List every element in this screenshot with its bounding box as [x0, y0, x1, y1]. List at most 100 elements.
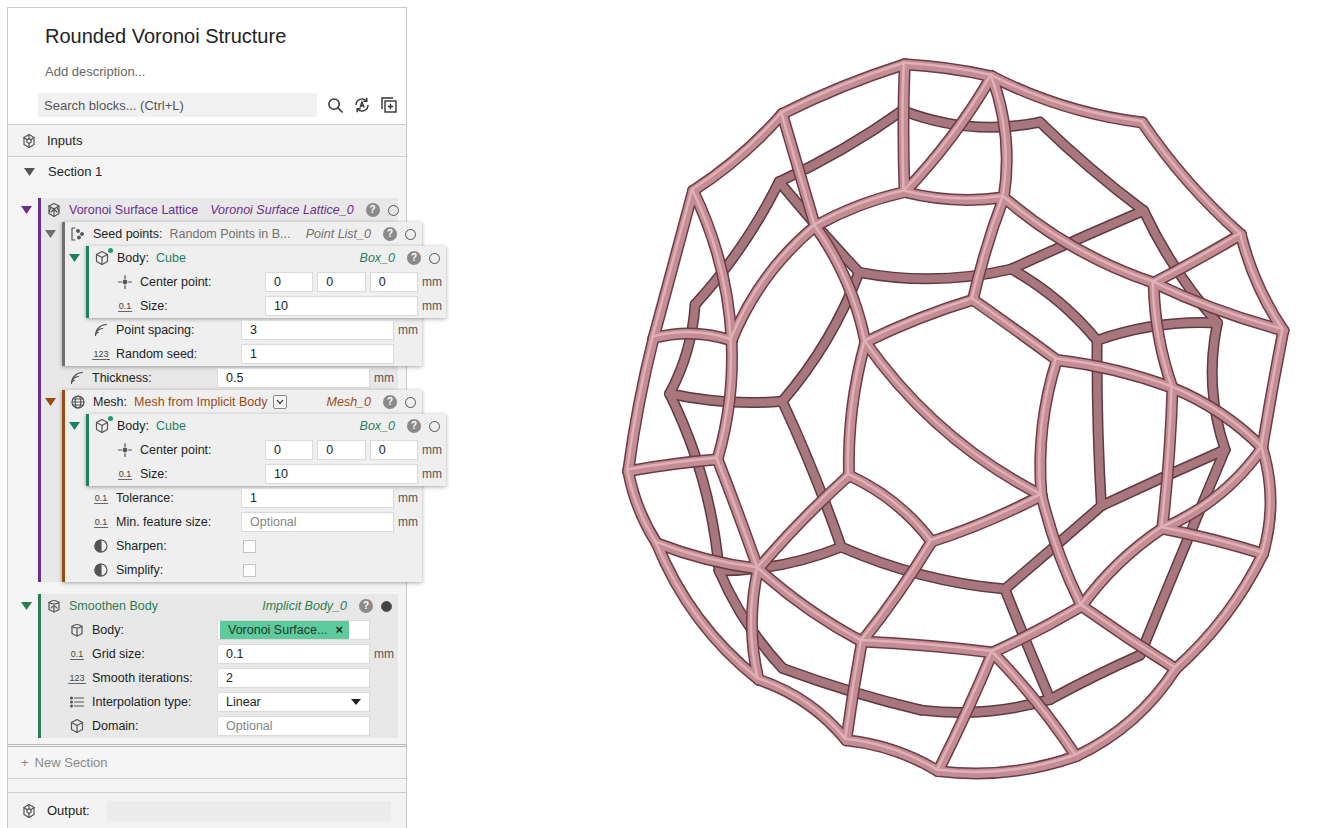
auto-refresh-icon[interactable] — [353, 96, 371, 114]
block-type[interactable]: Random Points in B... — [170, 225, 291, 244]
block-parameters: Seed points:Random Points in B...Point L… — [41, 222, 398, 582]
voronoi-lattice-render[interactable] — [407, 0, 1330, 828]
block-type[interactable]: Cube — [156, 249, 186, 268]
help-button[interactable]: ? — [407, 419, 421, 433]
parameter-control — [241, 488, 394, 508]
search-icon[interactable] — [326, 96, 344, 114]
lattice-strut — [814, 225, 864, 341]
lattice-strut — [1039, 359, 1056, 494]
graph-title[interactable]: Rounded Voronoi Structure — [45, 23, 398, 49]
value-field[interactable] — [217, 716, 370, 736]
body-reference-field[interactable]: Voronoi Surface...× — [217, 620, 370, 640]
remove-reference-button[interactable]: × — [335, 620, 343, 640]
status-dot[interactable] — [381, 601, 392, 612]
parameter-label: Size: — [140, 465, 265, 484]
value-field[interactable] — [370, 440, 418, 460]
lattice-strut — [845, 640, 861, 739]
output-field[interactable] — [107, 801, 391, 821]
value-field[interactable] — [265, 296, 418, 316]
lattice-strut — [628, 471, 656, 543]
value-field[interactable] — [217, 368, 370, 388]
block-header[interactable]: Voronoi Surface LatticeVoronoi Surface L… — [41, 198, 398, 222]
block-type[interactable]: Voronoi Surface Lattice — [69, 201, 198, 220]
number-type-icon: 0.1 — [118, 301, 133, 312]
expand-toggle[interactable] — [62, 246, 86, 270]
help-button[interactable]: ? — [383, 395, 397, 409]
help-button[interactable]: ? — [383, 227, 397, 241]
chevron-down-icon[interactable] — [273, 395, 287, 409]
value-field[interactable] — [241, 320, 394, 340]
3d-viewport[interactable] — [407, 0, 1331, 828]
expand-toggle[interactable] — [38, 390, 62, 414]
status-dot[interactable] — [405, 229, 416, 240]
parameter-row: Sharpen: — [65, 534, 422, 558]
parameter-control — [217, 716, 370, 736]
graph-panel: Rounded Voronoi Structure Add description… — [7, 7, 407, 828]
expand-toggle[interactable] — [14, 594, 38, 618]
help-button[interactable]: ? — [407, 251, 421, 265]
value-field[interactable] — [317, 272, 365, 292]
body-reference-tag[interactable]: Voronoi Surface...× — [220, 621, 349, 639]
block-card: Smoothen BodyImplicit Body_0?Body:Vorono… — [38, 594, 398, 738]
status-dot[interactable] — [429, 421, 440, 432]
value-field[interactable] — [370, 272, 418, 292]
block-type[interactable]: Smoothen Body — [69, 597, 158, 616]
lattice-strut — [670, 305, 696, 394]
status-dot[interactable] — [405, 397, 416, 408]
expand-toggle[interactable] — [14, 198, 38, 222]
section-toggle[interactable] — [20, 163, 38, 181]
block-label: Body: — [117, 417, 149, 436]
parameter-row: Thickness:mm — [41, 366, 398, 390]
value-field[interactable] — [241, 512, 394, 532]
value-field[interactable] — [217, 644, 370, 664]
value-field[interactable] — [265, 464, 418, 484]
block-header[interactable]: Body:CubeBox_0? — [89, 414, 446, 438]
lattice-strut — [717, 339, 731, 458]
lattice-strut — [864, 298, 972, 340]
expand-toggle[interactable] — [38, 222, 62, 246]
number-type-icon: 0.1 — [70, 649, 85, 660]
lattice-strut — [1003, 196, 1153, 281]
lattice-strut — [904, 63, 991, 75]
lattice-strut — [653, 189, 693, 336]
block-header[interactable]: Smoothen BodyImplicit Body_0? — [41, 594, 398, 618]
help-button[interactable]: ? — [359, 599, 373, 613]
value-field[interactable] — [217, 668, 370, 688]
spacing-icon — [68, 370, 86, 386]
lattice-strut — [758, 475, 849, 568]
lattice-strut — [1176, 554, 1263, 669]
lattice-strut — [972, 298, 1056, 358]
add-block-icon[interactable] — [380, 96, 398, 114]
value-field[interactable] — [265, 440, 313, 460]
parameter-label: Simplify: — [116, 561, 241, 580]
block-header[interactable]: Mesh:Mesh from Implicit BodyMesh_0? — [65, 390, 422, 414]
block-type[interactable]: Cube — [156, 417, 186, 436]
checkbox[interactable] — [243, 564, 256, 577]
checkbox[interactable] — [243, 540, 256, 553]
lattice-strut — [1161, 446, 1261, 527]
dropdown-select[interactable]: Linear — [217, 692, 370, 712]
value-field[interactable] — [241, 344, 394, 364]
lattice-strut — [693, 191, 732, 341]
lattice-strut — [781, 63, 904, 113]
block-type[interactable]: Mesh from Implicit Body — [134, 393, 267, 412]
block-header[interactable]: Body:CubeBox_0? — [89, 246, 446, 270]
help-button[interactable]: ? — [366, 203, 380, 217]
point-icon — [116, 442, 134, 458]
value-field[interactable] — [241, 488, 394, 508]
lattice-strut — [1162, 448, 1262, 529]
section-header[interactable]: Section 1 — [8, 157, 406, 187]
description-field[interactable]: Add description... — [45, 63, 398, 81]
value-field[interactable] — [317, 440, 365, 460]
value-field[interactable] — [265, 272, 313, 292]
expand-toggle[interactable] — [62, 414, 86, 438]
block-header[interactable]: Seed points:Random Points in B...Point L… — [65, 222, 422, 246]
status-dot[interactable] — [388, 205, 399, 216]
search-input[interactable] — [38, 93, 317, 117]
status-dot[interactable] — [429, 253, 440, 264]
block-label: Seed points: — [93, 225, 163, 244]
inputs-row[interactable]: Inputs — [8, 125, 406, 157]
unit-label: mm — [370, 369, 396, 387]
new-section-button[interactable]: +New Section — [8, 747, 406, 779]
lattice-strut — [865, 300, 973, 342]
